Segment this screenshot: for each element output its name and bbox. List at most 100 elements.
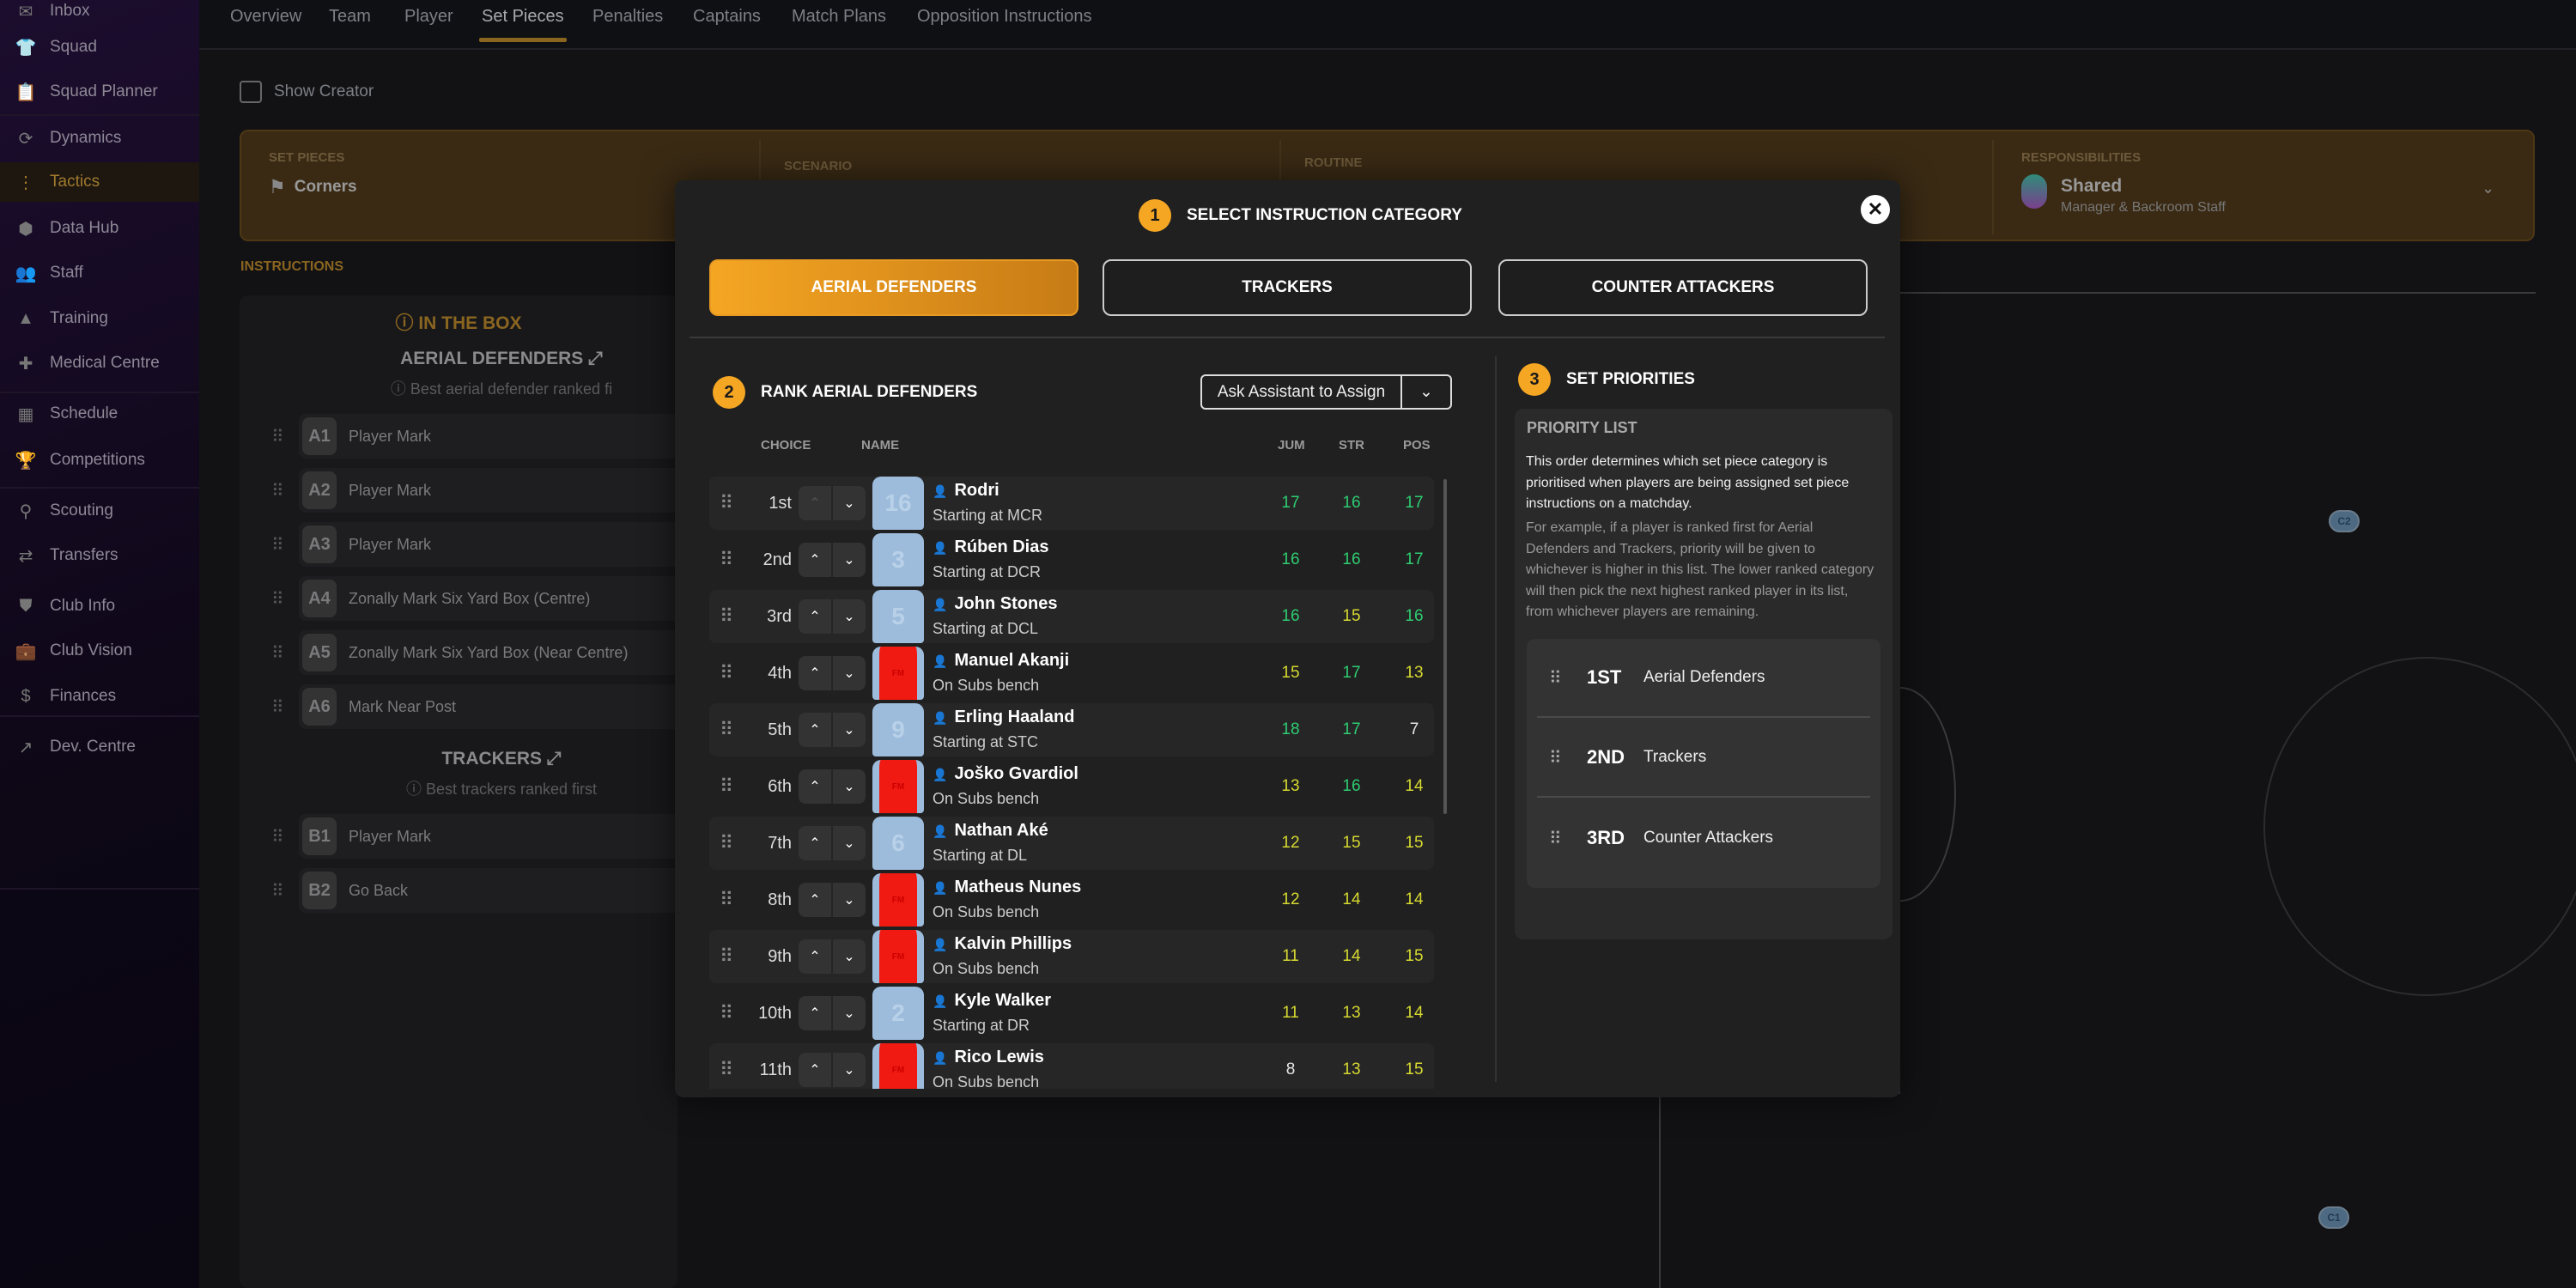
player-name[interactable]: 👤 Manuel Akanji [933, 651, 1069, 671]
player-name[interactable]: 👤 Rodri [933, 481, 999, 501]
sidebar-item-transfers[interactable]: ⇄ Transfers [0, 536, 199, 575]
priority-item[interactable]: ⠿ 3RD Counter Attackers [1537, 799, 1870, 878]
sidebar-item-schedule[interactable]: ▦ Schedule [0, 394, 199, 434]
drag-handle-icon[interactable]: ⠿ [720, 775, 733, 798]
instruction-bar[interactable]: A4 Zonally Mark Six Yard Box (Centre) [299, 576, 683, 621]
drag-handle-icon[interactable]: ⠿ [1537, 828, 1582, 849]
player-row[interactable]: ⠿ 1st ⌃ ⌄ 16 👤 Rodri Starting at MCR 17 16 17 [709, 477, 1434, 530]
move-up-button[interactable]: ⌃ [799, 883, 833, 917]
drag-handle-icon[interactable]: ⠿ [720, 492, 733, 514]
player-row[interactable]: ⠿ 3rd ⌃ ⌄ 5 👤 John Stones Starting at DCL 16 15 16 [709, 590, 1434, 643]
instruction-bar[interactable]: A2 Player Mark [299, 468, 683, 513]
move-down-button[interactable]: ⌄ [833, 656, 866, 690]
close-button[interactable]: ✕ [1861, 195, 1890, 224]
instruction-row[interactable]: ⠿ A3 Player Mark [271, 522, 683, 567]
tab-player[interactable]: Player [404, 7, 453, 27]
instruction-row[interactable]: ⠿ A5 Zonally Mark Six Yard Box (Near Centr… [271, 630, 683, 675]
scrollbar[interactable] [1443, 479, 1447, 814]
category-aerial-defenders-button[interactable]: AERIAL DEFENDERS [709, 259, 1078, 316]
player-name[interactable]: 👤 Rúben Dias [933, 538, 1048, 557]
drag-handle-icon[interactable]: ⠿ [720, 945, 733, 968]
drag-handle-icon[interactable]: ⠿ [720, 605, 733, 628]
ask-assistant-dropdown[interactable]: ⌄ [1402, 376, 1450, 408]
player-row[interactable]: ⠿ 5th ⌃ ⌄ 9 👤 Erling Haaland Starting at STC 18 1… [709, 703, 1434, 756]
drag-handle-icon[interactable]: ⠿ [720, 889, 733, 911]
move-down-button[interactable]: ⌄ [833, 599, 866, 634]
player-row[interactable]: ⠿ 6th ⌃ ⌄ FM 👤 Joško Gvardiol On Subs bench 13 16… [709, 760, 1434, 813]
player-name[interactable]: 👤 Rico Lewis [933, 1048, 1044, 1067]
move-down-button[interactable]: ⌄ [833, 769, 866, 804]
player-name[interactable]: 👤 Kalvin Phillips [933, 934, 1072, 954]
col-choice[interactable]: CHOICE [761, 438, 811, 453]
tab-match-plans[interactable]: Match Plans [792, 7, 886, 27]
instruction-row[interactable]: ⠿ B1 Player Mark [271, 814, 683, 859]
ask-assistant-button[interactable]: Ask Assistant to Assign [1202, 376, 1402, 408]
drag-handle-icon[interactable]: ⠿ [271, 880, 299, 902]
instruction-bar[interactable]: A6 Mark Near Post [299, 684, 683, 729]
sidebar-item-squad-planner[interactable]: 📋 Squad Planner [0, 72, 199, 112]
move-down-button[interactable]: ⌄ [833, 996, 866, 1030]
instruction-row[interactable]: ⠿ A1 Player Mark [271, 414, 683, 459]
move-up-button[interactable]: ⌃ [799, 656, 833, 690]
set-pieces-select[interactable]: ⚑ Corners [269, 176, 357, 198]
tab-team[interactable]: Team [329, 7, 371, 27]
move-down-button[interactable]: ⌄ [833, 883, 866, 917]
player-row[interactable]: ⠿ 4th ⌃ ⌄ FM 👤 Manuel Akanji On Subs bench 15 17 1… [709, 647, 1434, 700]
move-up-button[interactable]: ⌃ [799, 543, 833, 577]
sidebar-item-club-info[interactable]: ⛊ Club Info [0, 586, 199, 626]
player-row[interactable]: ⠿ 7th ⌃ ⌄ 6 👤 Nathan Aké Starting at DL 12 15 15 [709, 817, 1434, 870]
col-str[interactable]: STR [1339, 438, 1364, 453]
show-creator-checkbox[interactable] [240, 81, 262, 103]
player-name[interactable]: 👤 Matheus Nunes [933, 878, 1081, 897]
tab-opposition-instructions[interactable]: Opposition Instructions [917, 7, 1091, 27]
category-counter-attackers-button[interactable]: COUNTER ATTACKERS [1498, 259, 1868, 316]
sidebar-item-scouting[interactable]: ⚲ Scouting [0, 491, 199, 531]
instruction-bar[interactable]: B1 Player Mark [299, 814, 683, 859]
sidebar-item-tactics[interactable]: ⋮ Tactics [0, 162, 199, 202]
drag-handle-icon[interactable]: ⠿ [1537, 747, 1582, 769]
move-down-button[interactable]: ⌄ [833, 543, 866, 577]
sidebar-item-staff[interactable]: 👥 Staff [0, 253, 199, 293]
move-up-button[interactable]: ⌃ [799, 599, 833, 634]
player-name[interactable]: 👤 Erling Haaland [933, 708, 1074, 727]
instruction-row[interactable]: ⠿ A2 Player Mark [271, 468, 683, 513]
priority-item[interactable]: ⠿ 1ST Aerial Defenders [1537, 639, 1870, 718]
priority-item[interactable]: ⠿ 2ND Trackers [1537, 719, 1870, 798]
player-name[interactable]: 👤 John Stones [933, 594, 1057, 614]
expand-icon[interactable]: ⤢ [583, 349, 603, 368]
tab-overview[interactable]: Overview [230, 7, 301, 27]
col-jum[interactable]: JUM [1278, 438, 1305, 453]
instruction-bar[interactable]: B2 Go Back [299, 868, 683, 913]
sidebar-item-squad[interactable]: 👕 Squad [0, 27, 199, 67]
player-row[interactable]: ⠿ 9th ⌃ ⌄ FM 👤 Kalvin Phillips On Subs bench 11 1… [709, 930, 1434, 983]
drag-handle-icon[interactable]: ⠿ [720, 719, 733, 741]
move-down-button[interactable]: ⌄ [833, 486, 866, 520]
move-down-button[interactable]: ⌄ [833, 1053, 866, 1087]
sidebar-item-finances[interactable]: $ Finances [0, 677, 199, 716]
move-up-button[interactable]: ⌃ [799, 996, 833, 1030]
drag-handle-icon[interactable]: ⠿ [720, 549, 733, 571]
drag-handle-icon[interactable]: ⠿ [720, 1002, 733, 1024]
marker-c1[interactable]: C1 [2318, 1206, 2349, 1229]
drag-handle-icon[interactable]: ⠿ [271, 480, 299, 501]
player-row[interactable]: ⠿ 10th ⌃ ⌄ 2 👤 Kyle Walker Starting at DR 11 13 14 [709, 987, 1434, 1040]
instruction-row[interactable]: ⠿ B2 Go Back [271, 868, 683, 913]
player-name[interactable]: 👤 Nathan Aké [933, 821, 1048, 841]
drag-handle-icon[interactable]: ⠿ [271, 426, 299, 447]
drag-handle-icon[interactable]: ⠿ [271, 696, 299, 718]
drag-handle-icon[interactable]: ⠿ [271, 534, 299, 556]
move-up-button[interactable]: ⌃ [799, 769, 833, 804]
instruction-bar[interactable]: A3 Player Mark [299, 522, 683, 567]
tab-captains[interactable]: Captains [693, 7, 761, 27]
sidebar-item-medical-centre[interactable]: ✚ Medical Centre [0, 343, 199, 383]
tab-penalties[interactable]: Penalties [592, 7, 663, 27]
sidebar-item-competitions[interactable]: 🏆 Competitions [0, 440, 199, 480]
sidebar-item-club-vision[interactable]: 💼 Club Vision [0, 631, 199, 671]
instruction-bar[interactable]: A5 Zonally Mark Six Yard Box (Near Centre… [299, 630, 683, 675]
drag-handle-icon[interactable]: ⠿ [271, 588, 299, 610]
marker-c2[interactable]: C2 [2329, 510, 2360, 532]
move-up-button[interactable]: ⌃ [799, 713, 833, 747]
col-name[interactable]: NAME [861, 438, 899, 453]
show-creator-toggle[interactable]: Show Creator [240, 81, 374, 103]
drag-handle-icon[interactable]: ⠿ [720, 832, 733, 854]
